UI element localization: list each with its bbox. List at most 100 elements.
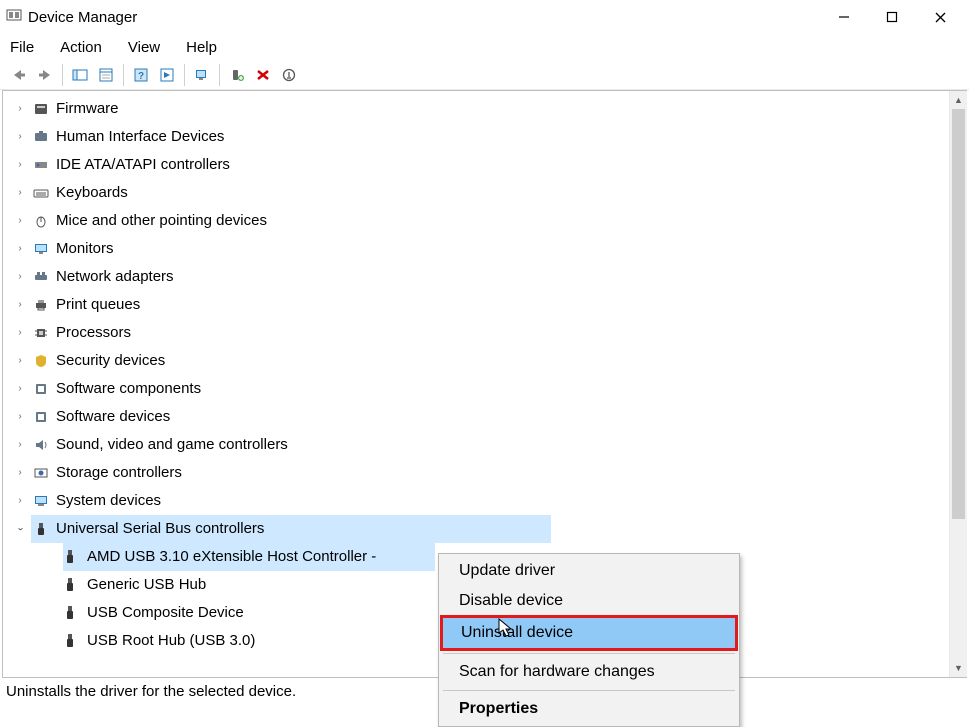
tree-node-mice[interactable]: › Mice and other pointing devices <box>5 207 965 235</box>
tree-label: Security devices <box>56 347 165 375</box>
chevron-right-icon[interactable]: › <box>13 494 27 508</box>
storage-icon <box>32 464 50 482</box>
tree-node-monitors[interactable]: › Monitors <box>5 235 965 263</box>
tree-node-software-devices[interactable]: › Software devices <box>5 403 965 431</box>
tree-node-system[interactable]: › System devices <box>5 487 965 515</box>
tree-label: USB Composite Device <box>87 599 244 627</box>
action-button[interactable] <box>154 63 180 87</box>
minimize-button[interactable] <box>821 2 867 32</box>
app-icon <box>6 7 22 27</box>
tree-label: USB Root Hub (USB 3.0) <box>87 627 255 655</box>
context-menu: Update driver Disable device Uninstall d… <box>438 553 740 727</box>
tree-label: Storage controllers <box>56 459 182 487</box>
tree-label: Sound, video and game controllers <box>56 431 288 459</box>
context-disable-device[interactable]: Disable device <box>441 586 737 616</box>
tree-node-storage[interactable]: › Storage controllers <box>5 459 965 487</box>
usb-icon <box>32 520 50 538</box>
properties-button[interactable] <box>93 63 119 87</box>
usb-device-icon <box>61 576 79 594</box>
chevron-right-icon[interactable]: › <box>13 270 27 284</box>
software-icon <box>32 408 50 426</box>
menu-view[interactable]: View <box>124 37 164 58</box>
tree-label: Generic USB Hub <box>87 571 206 599</box>
tree-node-network[interactable]: › Network adapters <box>5 263 965 291</box>
toolbar: ? <box>0 60 969 90</box>
tree-label: Monitors <box>56 235 114 263</box>
uninstall-device-button[interactable] <box>250 63 276 87</box>
tree-node-security[interactable]: › Security devices <box>5 347 965 375</box>
status-text: Uninstalls the driver for the selected d… <box>6 683 296 700</box>
tree-node-hid[interactable]: › Human Interface Devices <box>5 123 965 151</box>
hid-icon <box>32 128 50 146</box>
chevron-right-icon[interactable]: › <box>13 298 27 312</box>
window-title: Device Manager <box>28 9 137 26</box>
tree-label: Software devices <box>56 403 170 431</box>
chevron-right-icon[interactable]: › <box>13 382 27 396</box>
titlebar: Device Manager <box>0 0 969 34</box>
tree-label: Keyboards <box>56 179 128 207</box>
chevron-right-icon[interactable]: › <box>13 242 27 256</box>
chevron-right-icon[interactable]: › <box>13 158 27 172</box>
usb-device-icon <box>61 548 79 566</box>
mouse-icon <box>32 212 50 230</box>
update-driver-button[interactable] <box>224 63 250 87</box>
usb-device-icon <box>61 632 79 650</box>
tree-label: Network adapters <box>56 263 174 291</box>
tree-node-software-components[interactable]: › Software components <box>5 375 965 403</box>
back-button[interactable] <box>6 63 32 87</box>
tree-node-printers[interactable]: › Print queues <box>5 291 965 319</box>
sound-icon <box>32 436 50 454</box>
chevron-down-icon[interactable]: › <box>13 522 27 536</box>
security-icon <box>32 352 50 370</box>
chevron-right-icon[interactable]: › <box>13 354 27 368</box>
chevron-right-icon[interactable]: › <box>13 102 27 116</box>
help-button[interactable]: ? <box>128 63 154 87</box>
chevron-right-icon[interactable]: › <box>13 410 27 424</box>
highlight-annotation: Uninstall device <box>440 615 738 651</box>
monitor-icon <box>32 240 50 258</box>
scan-hardware-button[interactable] <box>189 63 215 87</box>
close-button[interactable] <box>917 2 963 32</box>
tree-node-processors[interactable]: › Processors <box>5 319 965 347</box>
tree-label: Software components <box>56 375 201 403</box>
tree-node-keyboards[interactable]: › Keyboards <box>5 179 965 207</box>
scroll-down-button[interactable]: ▼ <box>950 659 967 677</box>
tree-label: IDE ATA/ATAPI controllers <box>56 151 230 179</box>
chevron-right-icon[interactable]: › <box>13 214 27 228</box>
show-hide-tree-button[interactable] <box>67 63 93 87</box>
context-properties[interactable]: Properties <box>441 694 737 724</box>
ide-icon <box>32 156 50 174</box>
chevron-right-icon[interactable]: › <box>13 186 27 200</box>
context-separator <box>443 690 735 691</box>
printer-icon <box>32 296 50 314</box>
tree-label: Mice and other pointing devices <box>56 207 267 235</box>
chevron-right-icon[interactable]: › <box>13 326 27 340</box>
disable-device-button[interactable] <box>276 63 302 87</box>
tree-node-firmware[interactable]: › Firmware <box>5 95 965 123</box>
maximize-button[interactable] <box>869 2 915 32</box>
menu-file[interactable]: File <box>6 37 38 58</box>
software-icon <box>32 380 50 398</box>
tree-label: Firmware <box>56 95 119 123</box>
usb-device-icon <box>61 604 79 622</box>
tree-node-sound[interactable]: › Sound, video and game controllers <box>5 431 965 459</box>
chevron-right-icon[interactable]: › <box>13 466 27 480</box>
context-uninstall-device[interactable]: Uninstall device <box>443 618 735 648</box>
forward-button[interactable] <box>32 63 58 87</box>
keyboard-icon <box>32 184 50 202</box>
tree-label: Processors <box>56 319 131 347</box>
system-icon <box>32 492 50 510</box>
tree-node-ide[interactable]: › IDE ATA/ATAPI controllers <box>5 151 965 179</box>
menu-help[interactable]: Help <box>182 37 221 58</box>
tree-label: Human Interface Devices <box>56 123 224 151</box>
chevron-right-icon[interactable]: › <box>13 130 27 144</box>
tree-label: Universal Serial Bus controllers <box>56 515 264 543</box>
context-update-driver[interactable]: Update driver <box>441 556 737 586</box>
tree-label: System devices <box>56 487 161 515</box>
tree-node-usb[interactable]: › Universal Serial Bus controllers <box>5 515 965 543</box>
context-scan-hardware[interactable]: Scan for hardware changes <box>441 657 737 687</box>
context-separator <box>443 653 735 654</box>
menu-action[interactable]: Action <box>56 37 106 58</box>
chevron-right-icon[interactable]: › <box>13 438 27 452</box>
firmware-icon <box>32 100 50 118</box>
